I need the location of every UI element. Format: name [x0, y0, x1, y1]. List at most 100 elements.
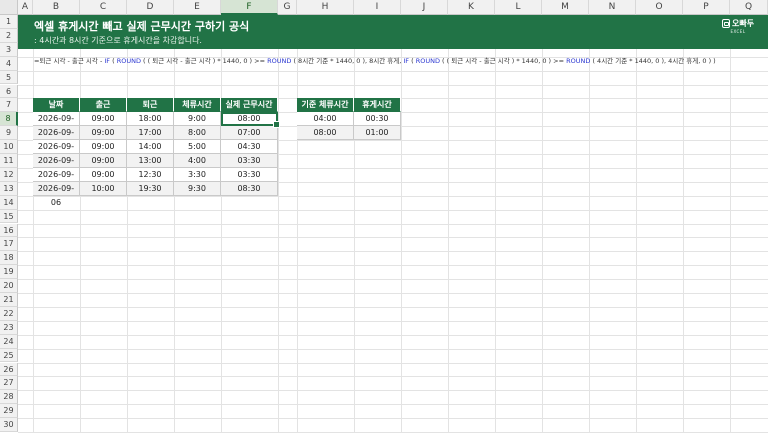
grid-line-horizontal: [18, 348, 768, 350]
row-header-30[interactable]: 30: [0, 418, 18, 432]
row-header-14[interactable]: 14: [0, 195, 18, 210]
grid-line-horizontal: [18, 404, 768, 406]
table-cell[interactable]: 2026-09-03: [33, 140, 80, 165]
row-header-26[interactable]: 26: [0, 362, 18, 377]
row-header-18[interactable]: 18: [0, 251, 18, 266]
column-header-f[interactable]: F: [221, 0, 278, 15]
table-cell[interactable]: 2026-09-05: [33, 167, 80, 193]
table-cell[interactable]: 3:30: [174, 167, 221, 182]
column-header-e[interactable]: E: [174, 0, 221, 15]
column-header-l[interactable]: L: [495, 0, 542, 15]
row-header-3[interactable]: 3: [0, 42, 18, 57]
row-header-13[interactable]: 13: [0, 181, 18, 196]
ref-table-cell[interactable]: 01:00: [354, 126, 401, 141]
row-header-17[interactable]: 17: [0, 237, 18, 252]
spreadsheet-grid[interactable]: ABCDEFGHIJKLMNOPQ 1 2 3 4 5 6 7 8 9 10 11 12 13 14 15 1…: [0, 0, 768, 433]
formula-segment: ( ( 퇴근 시각 - 출근 시각 ) * 1440, 0 ) >=: [140, 57, 268, 65]
grid-line-horizontal: [18, 223, 768, 225]
table-cell[interactable]: 09:00: [80, 112, 127, 127]
column-header-p[interactable]: P: [683, 0, 730, 15]
row-header-23[interactable]: 23: [0, 320, 18, 335]
table-cell[interactable]: 18:00: [127, 112, 174, 127]
table-cell[interactable]: 2026-09-01: [33, 112, 80, 137]
table-cell[interactable]: 09:00: [80, 140, 127, 154]
table-cell[interactable]: 2026-09-02: [33, 126, 80, 151]
table-cell[interactable]: 03:30: [221, 167, 278, 182]
column-header-a[interactable]: A: [18, 0, 33, 15]
row-header-22[interactable]: 22: [0, 306, 18, 321]
table-cell[interactable]: 8:00: [174, 126, 221, 141]
column-header-m[interactable]: M: [542, 0, 589, 15]
table-cell[interactable]: 17:00: [127, 126, 174, 141]
row-header-27[interactable]: 27: [0, 376, 18, 391]
select-all-corner[interactable]: [0, 0, 18, 15]
row-header-24[interactable]: 24: [0, 334, 18, 349]
formula-function-name: ROUND: [116, 57, 141, 65]
row-header-25[interactable]: 25: [0, 348, 18, 363]
row-header-16[interactable]: 16: [0, 223, 18, 238]
column-header-b[interactable]: B: [33, 0, 80, 15]
table-cell[interactable]: 08:30: [221, 181, 278, 196]
row-header-1[interactable]: 1: [0, 15, 18, 29]
column-header-i[interactable]: I: [354, 0, 401, 15]
column-header-h[interactable]: H: [297, 0, 354, 15]
table-cell[interactable]: 13:00: [127, 154, 174, 168]
column-header-g[interactable]: G: [278, 0, 297, 15]
grid-line-horizontal: [18, 209, 768, 211]
column-header-q[interactable]: Q: [730, 0, 768, 15]
table-cell[interactable]: 08:00: [221, 112, 278, 127]
row-header-5[interactable]: 5: [0, 70, 18, 85]
row-header-8[interactable]: 8: [0, 112, 18, 127]
table-cell[interactable]: 09:00: [80, 167, 127, 182]
table-cell[interactable]: 09:00: [80, 154, 127, 168]
row-header-11[interactable]: 11: [0, 154, 18, 168]
row-header-4[interactable]: 4: [0, 56, 18, 71]
row-header-10[interactable]: 10: [0, 140, 18, 154]
grid-line-horizontal: [18, 334, 768, 336]
table-cell[interactable]: 10:00: [80, 181, 127, 196]
row-header-28[interactable]: 28: [0, 390, 18, 405]
column-header-o[interactable]: O: [636, 0, 683, 15]
row-header-6[interactable]: 6: [0, 84, 18, 99]
row-header-15[interactable]: 15: [0, 209, 18, 224]
table-cell[interactable]: 09:00: [80, 126, 127, 141]
formula-function-name: ROUND: [267, 57, 292, 65]
column-header-c[interactable]: C: [80, 0, 127, 15]
row-header-9[interactable]: 9: [0, 126, 18, 141]
table-cell[interactable]: 9:00: [174, 112, 221, 127]
column-header-d[interactable]: D: [127, 0, 174, 15]
column-header-n[interactable]: N: [589, 0, 636, 15]
row-header-29[interactable]: 29: [0, 404, 18, 419]
row-header-20[interactable]: 20: [0, 279, 18, 293]
table-cell[interactable]: 07:00: [221, 126, 278, 141]
table-header-cell: 퇴근: [127, 98, 174, 113]
table-cell[interactable]: 5:00: [174, 140, 221, 154]
row-header-19[interactable]: 19: [0, 265, 18, 280]
table-cell[interactable]: 2026-09-04: [33, 154, 80, 179]
table-cell[interactable]: 19:30: [127, 181, 174, 196]
table-cell[interactable]: 04:30: [221, 140, 278, 154]
grid-line-horizontal: [18, 362, 768, 364]
table-cell[interactable]: 9:30: [174, 181, 221, 196]
table-header-cell: 날짜: [33, 98, 80, 113]
table-cell[interactable]: 4:00: [174, 154, 221, 168]
table-cell[interactable]: 14:00: [127, 140, 174, 154]
logo-text: 오빠두: [732, 19, 755, 28]
table-cell[interactable]: 03:30: [221, 154, 278, 168]
column-header-k[interactable]: K: [448, 0, 495, 15]
brand-logo: 오빠두 EXCEL: [722, 18, 754, 34]
grid-line-horizontal: [18, 320, 768, 322]
row-header-21[interactable]: 21: [0, 293, 18, 307]
row-header-2[interactable]: 2: [0, 28, 18, 43]
ref-table-cell[interactable]: 00:30: [354, 112, 401, 127]
grid-line-horizontal: [18, 265, 768, 267]
row-header-12[interactable]: 12: [0, 167, 18, 182]
column-header-j[interactable]: J: [401, 0, 448, 15]
ref-table-cell[interactable]: 04:00: [297, 112, 354, 127]
row-header-7[interactable]: 7: [0, 98, 18, 113]
table-cell[interactable]: 2026-09-06: [33, 181, 80, 207]
table-cell[interactable]: 12:30: [127, 167, 174, 182]
grid-line-horizontal: [18, 306, 768, 308]
table-header-cell: 체류시간: [174, 98, 221, 113]
ref-table-cell[interactable]: 08:00: [297, 126, 354, 141]
